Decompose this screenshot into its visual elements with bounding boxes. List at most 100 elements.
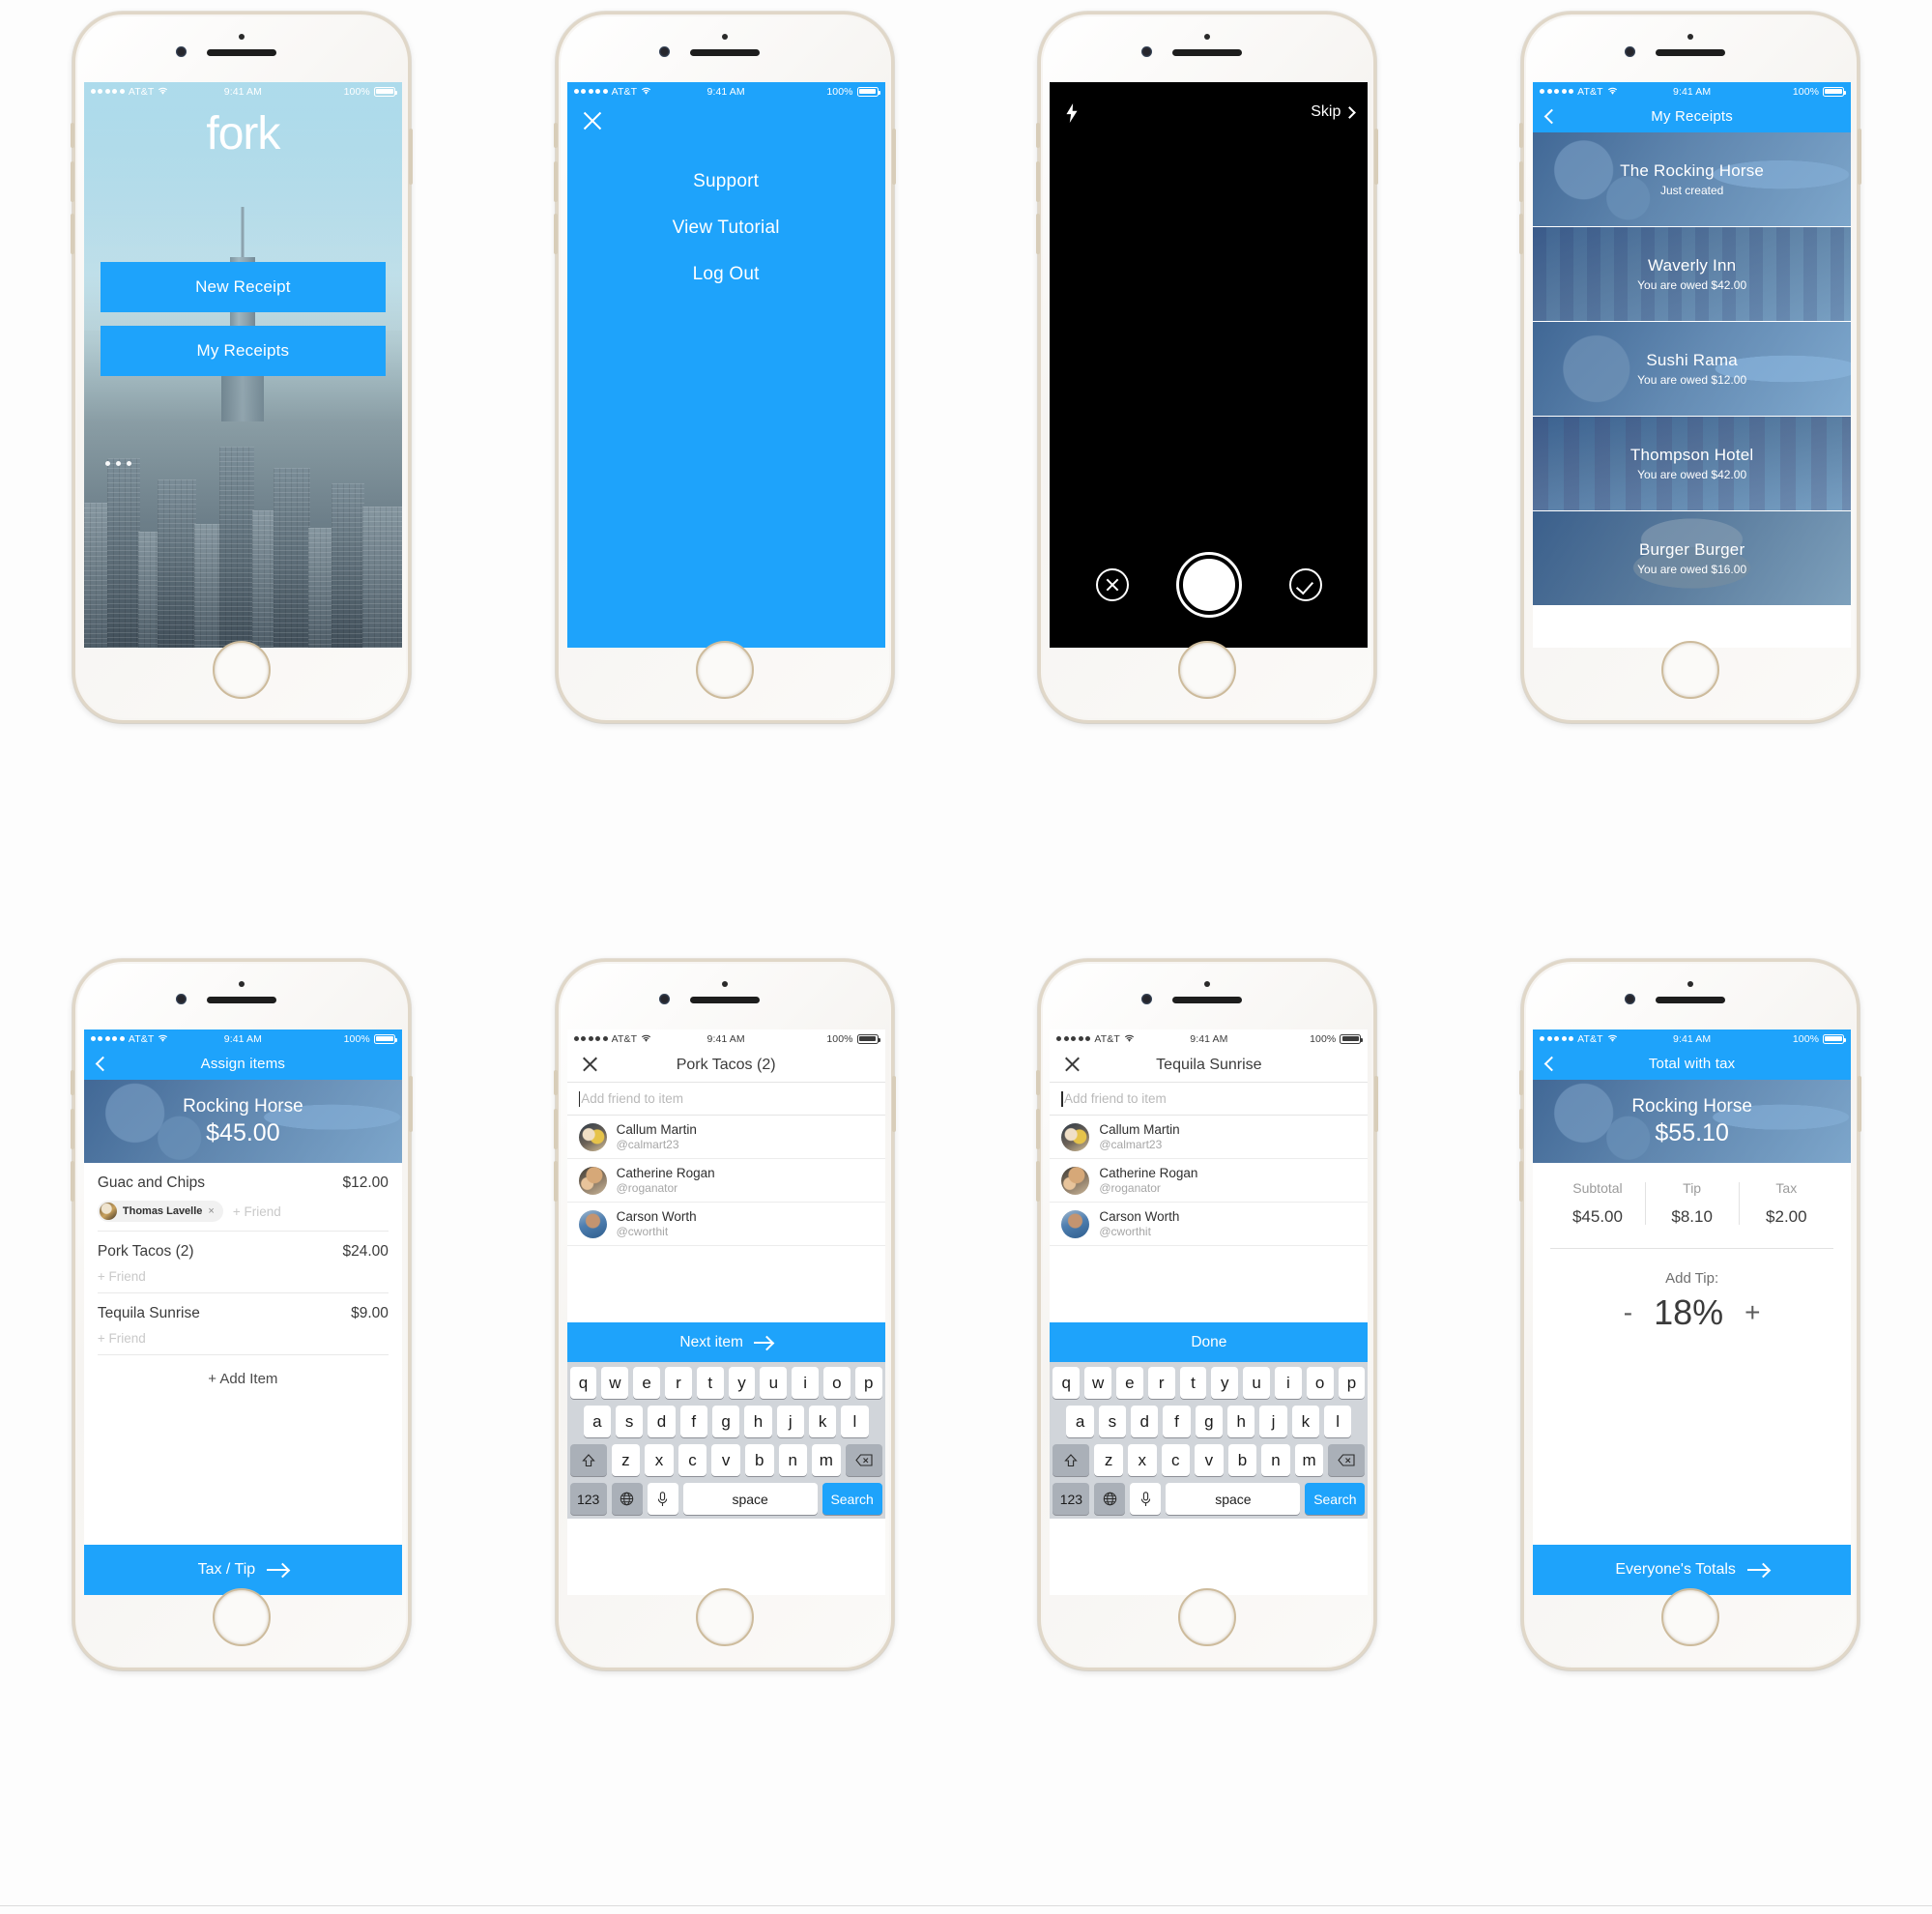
receipt-row[interactable]: Thompson Hotel You are owed $42.00 (1533, 417, 1852, 511)
numbers-key[interactable]: 123 (1053, 1483, 1090, 1515)
key-c[interactable]: c (678, 1444, 707, 1476)
receipt-row[interactable]: The Rocking Horse Just created (1533, 132, 1852, 227)
key-s[interactable]: s (1098, 1406, 1127, 1437)
key-u[interactable]: u (1243, 1367, 1270, 1399)
dictation-key[interactable] (1130, 1483, 1162, 1515)
key-i[interactable]: i (1274, 1367, 1302, 1399)
key-o[interactable]: o (823, 1367, 851, 1399)
my-receipts-button[interactable]: My Receipts (100, 326, 386, 376)
item-row[interactable]: Guac and Chips $12.00 Thomas Lavelle × +… (97, 1163, 389, 1232)
key-v[interactable]: v (711, 1444, 740, 1476)
key-p[interactable]: p (1338, 1367, 1366, 1399)
key-m[interactable]: m (812, 1444, 841, 1476)
space-key[interactable]: space (1166, 1483, 1301, 1515)
key-g[interactable]: g (711, 1406, 740, 1437)
key-x[interactable]: x (1127, 1444, 1157, 1476)
key-l[interactable]: l (1324, 1406, 1352, 1437)
key-w[interactable]: w (601, 1367, 629, 1399)
home-button[interactable] (1178, 641, 1237, 699)
shutter-button[interactable] (1178, 555, 1239, 615)
add-friend-button[interactable]: + Friend (98, 1331, 146, 1346)
add-friend-input[interactable]: Add friend to item (566, 1083, 885, 1116)
assigned-friend-chip[interactable]: Thomas Lavelle × (97, 1201, 223, 1222)
key-w[interactable]: w (1084, 1367, 1111, 1399)
friend-list-item[interactable]: Catherine Rogan @roganator (1050, 1159, 1369, 1203)
key-d[interactable]: d (1131, 1406, 1159, 1437)
friend-list-item[interactable]: Callum Martin @calmart23 (566, 1116, 885, 1159)
key-c[interactable]: c (1161, 1444, 1191, 1476)
globe-key[interactable] (1094, 1483, 1126, 1515)
key-l[interactable]: l (841, 1406, 869, 1437)
home-button[interactable] (1661, 641, 1720, 699)
space-key[interactable]: space (682, 1483, 818, 1515)
page-dots[interactable] (104, 461, 131, 466)
friend-list-item[interactable]: Carson Worth @cworthit (1050, 1203, 1369, 1246)
shift-key[interactable] (569, 1444, 607, 1476)
key-z[interactable]: z (611, 1444, 641, 1476)
key-f[interactable]: f (679, 1406, 707, 1437)
key-r[interactable]: r (1147, 1367, 1175, 1399)
dictation-key[interactable] (647, 1483, 678, 1515)
new-receipt-button[interactable]: New Receipt (100, 262, 386, 312)
search-key[interactable]: Search (822, 1483, 882, 1515)
key-q[interactable]: q (1053, 1367, 1081, 1399)
menu-item-support[interactable]: Support (567, 171, 885, 192)
key-k[interactable]: k (808, 1406, 837, 1437)
shift-key[interactable] (1053, 1444, 1090, 1476)
key-j[interactable]: j (1259, 1406, 1287, 1437)
home-button[interactable] (212, 1588, 271, 1646)
key-e[interactable]: e (633, 1367, 661, 1399)
key-h[interactable]: h (744, 1406, 772, 1437)
key-g[interactable]: g (1195, 1406, 1224, 1437)
receipt-row[interactable]: Sushi Rama You are owed $12.00 (1533, 322, 1852, 417)
friend-list-item[interactable]: Callum Martin @calmart23 (1050, 1116, 1369, 1159)
cancel-capture-icon[interactable] (1096, 568, 1130, 601)
receipt-row[interactable]: Burger Burger You are owed $16.00 (1533, 511, 1852, 606)
item-row[interactable]: Pork Tacos (2) $24.00 + Friend (97, 1232, 389, 1293)
key-s[interactable]: s (615, 1406, 644, 1437)
key-r[interactable]: r (665, 1367, 692, 1399)
key-z[interactable]: z (1094, 1444, 1123, 1476)
key-u[interactable]: u (760, 1367, 788, 1399)
menu-item-view-tutorial[interactable]: View Tutorial (567, 218, 885, 239)
menu-item-log-out[interactable]: Log Out (567, 264, 885, 285)
done-button[interactable]: Done (1050, 1322, 1369, 1362)
key-n[interactable]: n (778, 1444, 808, 1476)
next-item-button[interactable]: Next item (566, 1322, 885, 1362)
key-d[interactable]: d (648, 1406, 676, 1437)
back-icon[interactable] (1543, 1056, 1560, 1072)
receipt-row[interactable]: Waverly Inn You are owed $42.00 (1533, 227, 1852, 322)
home-button[interactable] (212, 641, 271, 699)
home-button[interactable] (1178, 1588, 1237, 1646)
search-key[interactable]: Search (1305, 1483, 1366, 1515)
back-icon[interactable] (1543, 108, 1560, 125)
key-p[interactable]: p (854, 1367, 882, 1399)
key-h[interactable]: h (1227, 1406, 1255, 1437)
key-j[interactable]: j (776, 1406, 804, 1437)
close-icon[interactable] (581, 1056, 599, 1074)
delete-key[interactable] (1328, 1444, 1366, 1476)
add-item-button[interactable]: + Add Item (98, 1355, 389, 1403)
add-friend-input[interactable]: Add friend to item (1050, 1083, 1369, 1116)
key-a[interactable]: a (1066, 1406, 1094, 1437)
confirm-capture-icon[interactable] (1288, 568, 1322, 601)
back-icon[interactable] (95, 1056, 111, 1072)
key-v[interactable]: v (1195, 1444, 1224, 1476)
key-t[interactable]: t (696, 1367, 724, 1399)
key-y[interactable]: y (1211, 1367, 1239, 1399)
key-i[interactable]: i (792, 1367, 820, 1399)
home-button[interactable] (1661, 1588, 1720, 1646)
home-button[interactable] (695, 641, 754, 699)
globe-key[interactable] (611, 1483, 643, 1515)
tip-increment-button[interactable]: + (1745, 1299, 1760, 1326)
close-icon[interactable] (581, 109, 604, 132)
flash-icon[interactable] (1065, 103, 1079, 123)
item-row[interactable]: Tequila Sunrise $9.00 + Friend (97, 1293, 389, 1355)
numbers-key[interactable]: 123 (569, 1483, 607, 1515)
key-e[interactable]: e (1115, 1367, 1143, 1399)
remove-friend-icon[interactable]: × (208, 1205, 214, 1217)
key-t[interactable]: t (1179, 1367, 1207, 1399)
key-m[interactable]: m (1294, 1444, 1324, 1476)
add-friend-button[interactable]: + Friend (98, 1269, 146, 1284)
key-b[interactable]: b (744, 1444, 774, 1476)
